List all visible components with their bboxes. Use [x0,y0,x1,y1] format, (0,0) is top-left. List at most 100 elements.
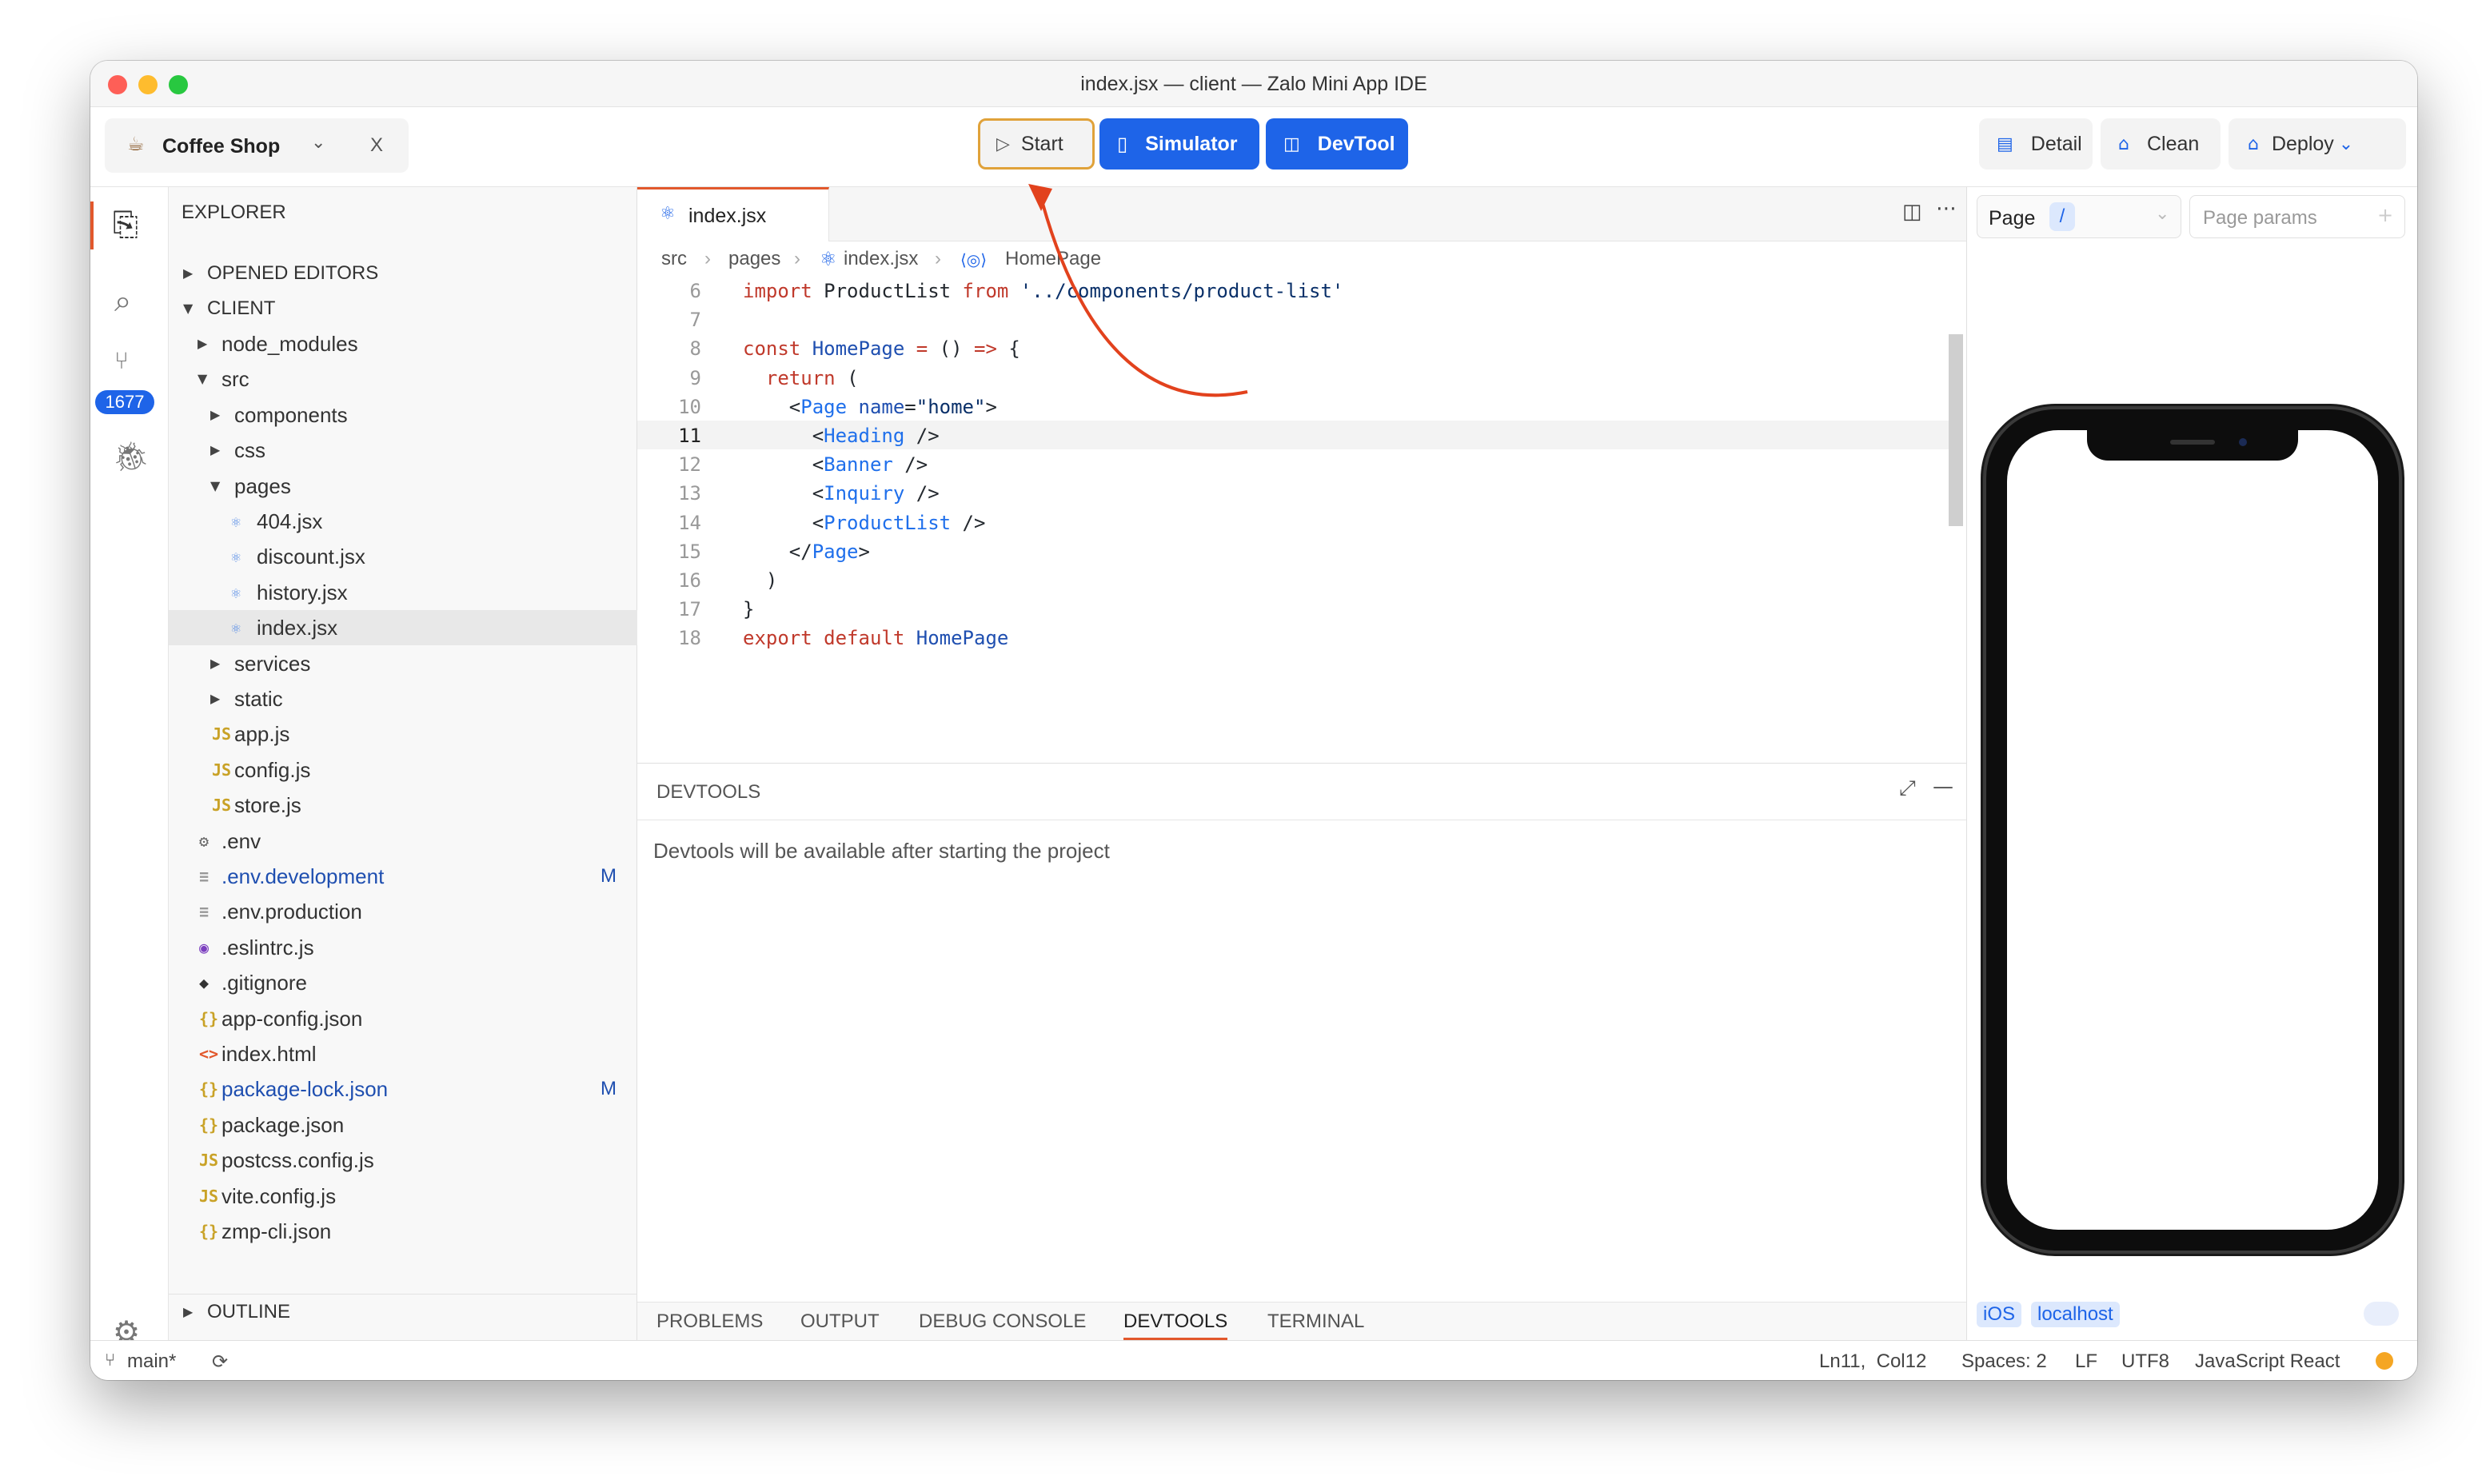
code-text: export default HomePage [743,627,1009,650]
git-icon: ◆ [199,973,209,993]
tree-item[interactable]: JS config.js [169,752,637,788]
gear-icon: ⚙ [199,831,209,851]
breadcrumb-src[interactable]: src [661,248,687,270]
tree-item[interactable]: ⚛ history.jsx [169,575,637,610]
tree-item[interactable]: ◉ .eslintrc.js [169,930,637,965]
outline-section[interactable]: ▶ OUTLINE [169,1294,637,1329]
more-actions-icon[interactable]: ⋯ [1936,197,1957,221]
page-selector[interactable]: Page / ⌄ [1977,195,2181,238]
code-text: const HomePage = () => { [743,337,1020,361]
chevron-down-icon[interactable]: ⌄ [311,133,325,153]
simulator-button[interactable]: ▯ Simulator [1099,118,1259,170]
line-number: 7 [689,309,701,332]
code-editor[interactable]: 6 import ProductList from '../components/… [637,277,1966,763]
tree-item-label: index.html [221,1042,317,1066]
client-section[interactable]: ▼ CLIENT [169,291,637,326]
tree-item[interactable]: ▼ pages [169,469,637,504]
tree-item[interactable]: {} app-config.json [169,1001,637,1036]
tree-item[interactable]: ≡ .env.production [169,894,637,929]
panel-tab[interactable]: PROBLEMS [656,1310,763,1333]
phone-screen[interactable] [2007,430,2378,1230]
tree-item[interactable]: ▶ node_modules [169,326,637,361]
tab-index-jsx[interactable]: ⚛ index.jsx [637,187,829,241]
clean-button[interactable]: ⌂ Clean [2101,118,2221,170]
tree-item[interactable]: JS postcss.config.js [169,1143,637,1178]
tree-item-label: app.js [234,722,290,747]
devtool-icon: ◫ [1283,134,1300,154]
phone-frame [1983,406,2402,1254]
tree-item[interactable]: {} package.json [169,1107,637,1143]
tree-item[interactable]: ⚛ 404.jsx [169,504,637,539]
notification-dot[interactable] [2376,1352,2393,1370]
simulator-label: Simulator [1145,132,1238,155]
tree-item[interactable]: JS vite.config.js [169,1179,637,1214]
deploy-icon: ⌂ [2248,134,2259,154]
project-selector[interactable]: ☕ Coffee Shop ⌄ X [105,118,409,173]
panel-tab[interactable]: TERMINAL [1267,1310,1364,1333]
deploy-button[interactable]: ⌂ Deploy ⌄ [2229,118,2406,170]
breadcrumb-symbol[interactable]: HomePage [1005,248,1101,270]
scrollbar[interactable] [1949,334,1963,526]
search-icon[interactable]: ⌕ [114,283,131,319]
branch-name[interactable]: main* [127,1350,176,1373]
line-number: 12 [678,453,701,477]
chevron-right-icon: ▶ [210,655,221,671]
tree-item-label: store.js [234,793,301,818]
language-mode[interactable]: JavaScript React [2195,1350,2340,1373]
platform-badge[interactable]: iOS [1977,1302,2022,1327]
code-line: 15 </Page> [637,537,1949,566]
page-params-input[interactable]: Page params + [2189,195,2405,238]
json-file-icon: {} [199,1079,219,1099]
opened-editors-section[interactable]: ▶ OPENED EDITORS [169,256,637,291]
plus-icon[interactable]: + [2377,204,2393,226]
tree-item[interactable]: ▶ components [169,397,637,433]
tree-item-label: .eslintrc.js [221,935,314,959]
host-badge[interactable]: localhost [2031,1302,2120,1327]
devtool-button[interactable]: ◫ DevTool [1266,118,1408,170]
detail-button[interactable]: ▤ Detail [1979,118,2093,170]
encoding[interactable]: UTF8 [2121,1350,2169,1373]
detail-label: Detail [2030,132,2082,155]
clean-label: Clean [2146,132,2200,155]
close-project-button[interactable]: X [370,134,383,157]
panel-tab[interactable]: DEBUG CONSOLE [919,1310,1086,1333]
tree-item[interactable]: JS store.js [169,788,637,823]
deploy-label: Deploy [2271,132,2334,155]
indentation[interactable]: Spaces: 2 [1961,1350,2047,1373]
start-button[interactable]: ▷ Start [978,118,1095,170]
code-line: 14 <ProductList /> [637,509,1949,537]
chevron-down-icon: ▼ [198,371,208,387]
play-icon: ▷ [996,134,1010,154]
cursor-position[interactable]: Ln11, Col12 [1819,1350,1926,1373]
tree-item[interactable]: JS app.js [169,716,637,752]
breadcrumb-pages[interactable]: pages [728,248,780,270]
source-control-icon[interactable]: ⑂ [114,347,129,375]
tree-item-label: components [234,402,348,427]
tree-item[interactable]: ▶ css [169,433,637,468]
tree-item[interactable]: ▶ services [169,646,637,681]
tree-item[interactable]: ⚛ discount.jsx [169,539,637,574]
tree-item[interactable]: <> index.html [169,1036,637,1071]
expand-icon[interactable]: ⤢ [1899,776,1916,801]
tree-item[interactable]: {} zmp-cli.json [169,1214,637,1249]
tree-item[interactable]: {} package-lock.json M [169,1071,637,1107]
sync-icon[interactable]: ⟳ [212,1350,228,1373]
bug-icon[interactable]: 🐞︎ [113,440,150,473]
minimize-panel-icon[interactable]: — [1933,775,1953,799]
tree-item[interactable]: ⚛ index.jsx [169,610,637,646]
react-icon: ⚛ [660,204,676,224]
tree-item[interactable]: ▶ static [169,681,637,716]
breadcrumb-file[interactable]: index.jsx [844,248,918,270]
active-indicator [90,201,94,249]
tree-item[interactable]: ◆ .gitignore [169,965,637,1000]
tree-item[interactable]: ⚙ .env [169,824,637,859]
panel-tab[interactable]: DEVTOOLS [1123,1310,1228,1340]
split-editor-icon[interactable]: ◫ [1902,200,1922,224]
tree-item-label: vite.config.js [221,1183,337,1208]
settings-badge[interactable] [2364,1302,2399,1326]
line-ending[interactable]: LF [2075,1350,2097,1373]
tree-item[interactable]: ≡ .env.development M [169,859,637,894]
tree-item[interactable]: ▼ src [169,361,637,397]
panel-tab[interactable]: OUTPUT [800,1310,880,1333]
files-icon[interactable]: ⎘ [113,206,138,243]
